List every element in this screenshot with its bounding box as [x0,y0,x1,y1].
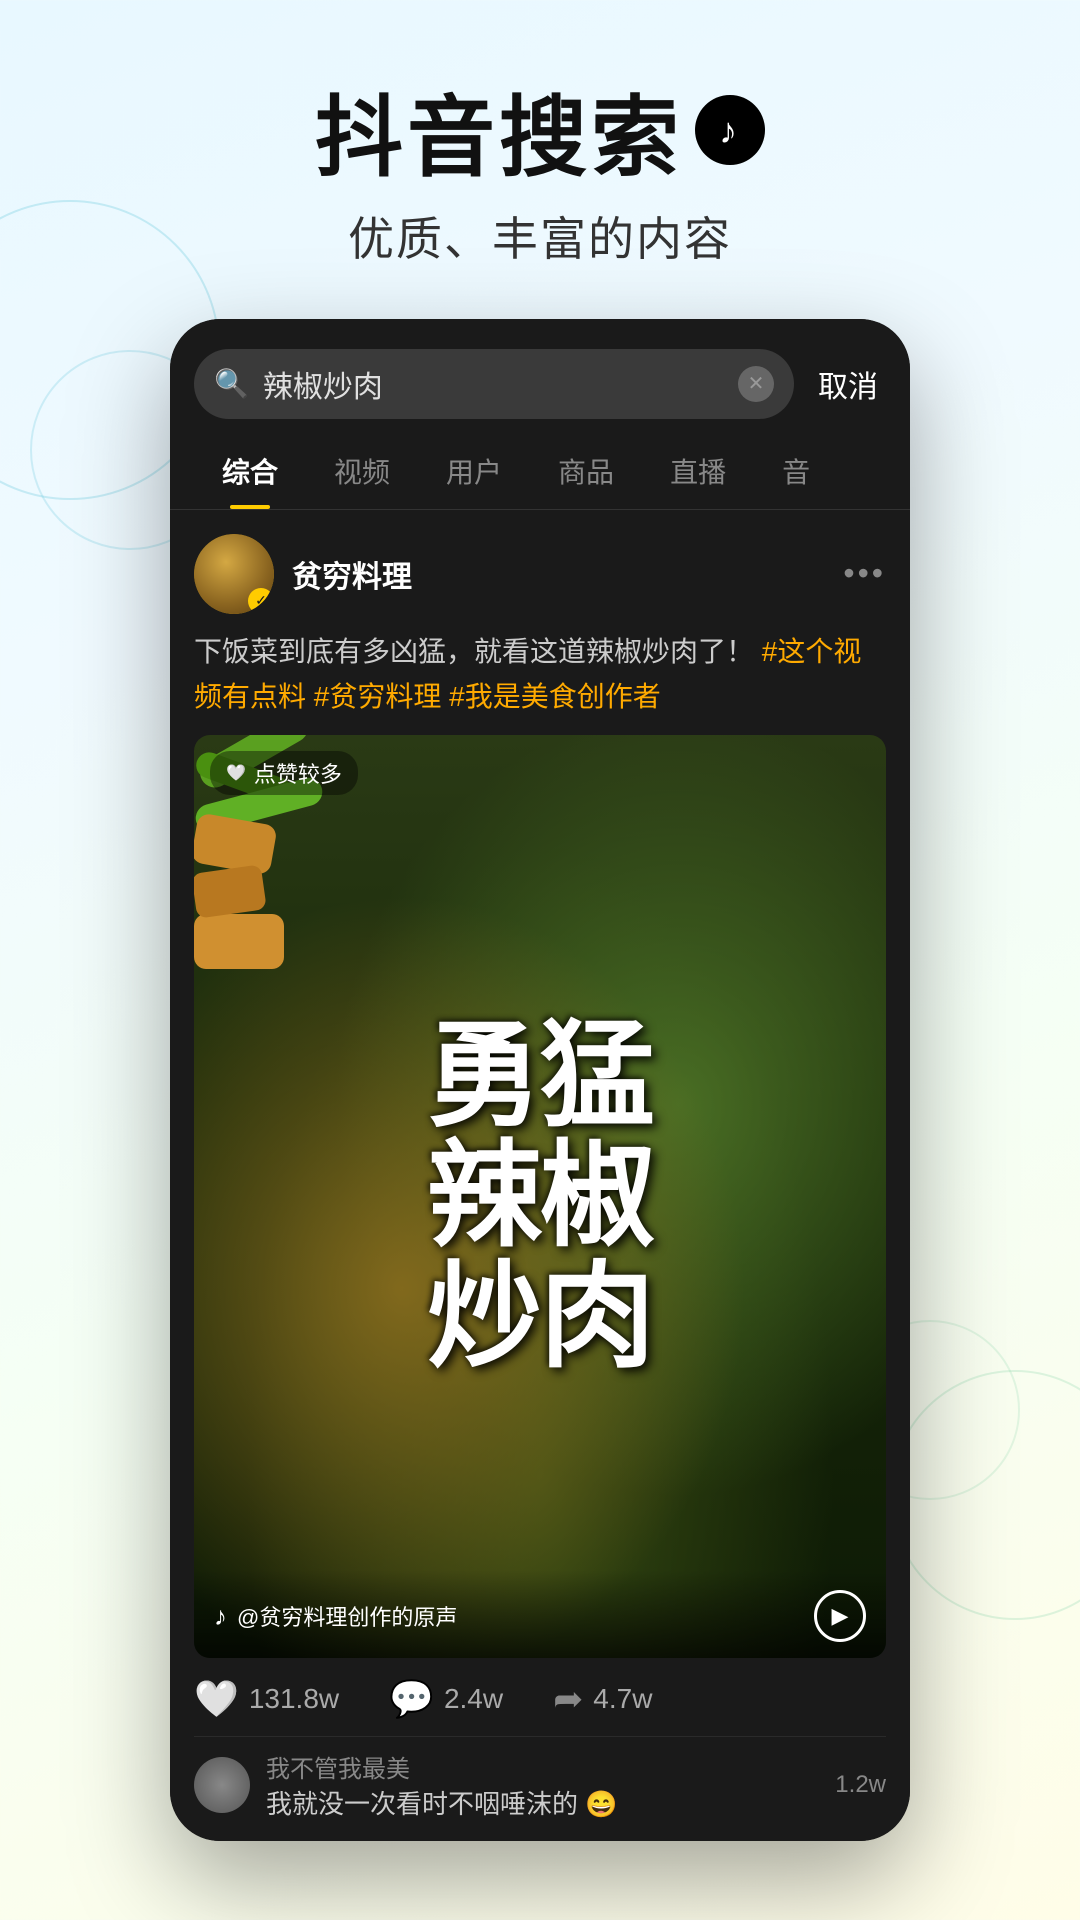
comment-engage-icon: 💬 [389,1678,434,1720]
comment-content: 我就没一次看时不咽唾沫的 😄 [266,1784,819,1821]
clear-icon: ✕ [748,371,765,396]
app-subtitle: 优质、丰富的内容 [315,203,765,269]
comments-count: 2.4w [444,1683,503,1715]
clear-button[interactable]: ✕ [738,366,774,402]
search-query: 辣椒炒肉 [263,362,724,406]
verified-badge-icon: ✓ [248,588,274,614]
app-title: 抖音搜索 ♪ [315,90,765,187]
tab-视频[interactable]: 视频 [306,439,418,509]
heart-icon: 🤍 [226,763,246,783]
tab-综合[interactable]: 综合 [194,439,306,509]
comment-like-count: 1.2w [835,1771,886,1799]
search-bar[interactable]: 🔍 辣椒炒肉 ✕ [194,349,794,419]
share-engage-icon: ➦ [553,1678,583,1720]
comment-preview: 我不管我最美 我就没一次看时不咽唾沫的 😄 1.2w [194,1736,886,1841]
video-text-overlay: 勇猛 辣椒 炒肉 [427,1016,653,1378]
more-options-button[interactable]: ••• [843,555,886,592]
shares-count: 4.7w [593,1683,652,1715]
engagement-row: 🤍 131.8w 💬 2.4w ➦ 4.7w [194,1658,886,1736]
commenter-username: 我不管我最美 [266,1749,819,1784]
tiktok-logo-icon: ♪ [695,95,765,165]
commenter-avatar [194,1757,250,1813]
tab-商品[interactable]: 商品 [530,439,642,509]
likes-count-item[interactable]: 🤍 131.8w [194,1678,339,1720]
shares-count-item[interactable]: ➦ 4.7w [553,1678,652,1720]
meat-element-3 [194,914,284,969]
tiktok-note-icon: ♪ [214,1601,227,1632]
comments-count-item[interactable]: 💬 2.4w [389,1678,503,1720]
video-overlay-text: 勇猛 辣椒 炒肉 [427,1016,653,1378]
tab-音[interactable]: 音 [754,439,838,509]
post-description: 下饭菜到底有多凶猛，就看这道辣椒炒肉了！ #这个视频有点料 #贫穷料理 #我是美… [194,630,886,736]
username: 贫穷料理 [292,552,412,596]
tab-直播[interactable]: 直播 [642,439,754,509]
likes-badge-text: 点赞较多 [254,757,342,789]
likes-count: 131.8w [249,1683,339,1715]
sound-text: @贫穷料理创作的原声 [237,1600,457,1632]
avatar: ✓ [194,534,274,614]
search-icon: 🔍 [214,367,249,400]
video-bottom-bar: ♪ @贫穷料理创作的原声 ▶ [194,1570,886,1658]
phone-mockup: 🔍 辣椒炒肉 ✕ 取消 综合 视频 用户 商品 直播 [170,319,910,1841]
play-icon: ▶ [832,1603,849,1629]
sound-info: ♪ @贫穷料理创作的原声 [214,1600,457,1632]
meat-element-2 [194,865,267,919]
play-button[interactable]: ▶ [814,1590,866,1642]
user-info: ✓ 贫穷料理 [194,534,412,614]
post-author-card: ✓ 贫穷料理 ••• [194,510,886,630]
tabs-bar: 综合 视频 用户 商品 直播 音 [170,419,910,510]
cancel-button[interactable]: 取消 [810,362,886,406]
heart-engage-icon: 🤍 [194,1678,239,1720]
meat-element-1 [194,813,278,876]
search-area: 🔍 辣椒炒肉 ✕ 取消 [170,319,910,419]
search-results: ✓ 贫穷料理 ••• 下饭菜到底有多凶猛，就看这道辣椒炒肉了！ #这个视频有点料… [170,510,910,1841]
tab-用户[interactable]: 用户 [418,439,530,509]
comment-text: 我不管我最美 我就没一次看时不咽唾沫的 😄 [266,1749,819,1821]
app-title-text: 抖音搜索 [315,90,683,187]
likes-badge: 🤍 点赞较多 [210,751,358,795]
video-thumbnail[interactable]: 🤍 点赞较多 勇猛 辣椒 炒肉 ♪ [194,735,886,1658]
